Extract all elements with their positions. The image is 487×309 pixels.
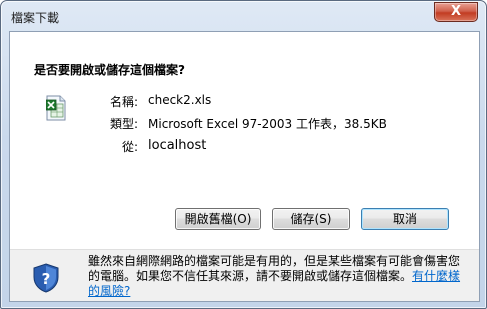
warning-message: 雖然來自網際網路的檔案可能是有用的，但是某些檔案有可能會傷害您的電腦。如果您不信… [88, 254, 461, 283]
title-bar[interactable]: 檔案下載 X [1, 1, 486, 31]
file-source-label: 從: [121, 140, 138, 154]
dialog-question: 是否要開啟或儲存這個檔案? [34, 63, 185, 77]
save-button[interactable]: 儲存(S) [272, 208, 350, 230]
dialog-body: 是否要開啟或儲存這個檔案? 名稱: check2.xls 類型: Microso… [9, 31, 480, 302]
file-name-value: check2.xls [148, 93, 212, 107]
file-name-label: 名稱: [109, 95, 138, 109]
file-type-label: 類型: [109, 117, 138, 131]
file-download-dialog: 檔案下載 X 是否要開啟或儲存這個檔案? 名稱: check2.xls 類型: … [0, 0, 487, 309]
excel-file-icon [46, 95, 66, 121]
svg-text:?: ? [42, 270, 51, 288]
cancel-button[interactable]: 取消 [361, 208, 449, 230]
shield-question-icon: ? [33, 263, 59, 293]
open-button[interactable]: 開啟舊檔(O) [175, 208, 261, 230]
close-button[interactable]: X [434, 2, 478, 22]
file-type-value: Microsoft Excel 97-2003 工作表，38.5KB [148, 117, 387, 131]
window-title: 檔案下載 [11, 11, 60, 25]
warning-text: 雖然來自網際網路的檔案可能是有用的，但是某些檔案有可能會傷害您的電腦。如果您不信… [88, 254, 468, 299]
file-source-value: localhost [148, 138, 207, 153]
warning-panel: ? 雖然來自網際網路的檔案可能是有用的，但是某些檔案有可能會傷害您的電腦。如果您… [10, 249, 479, 301]
